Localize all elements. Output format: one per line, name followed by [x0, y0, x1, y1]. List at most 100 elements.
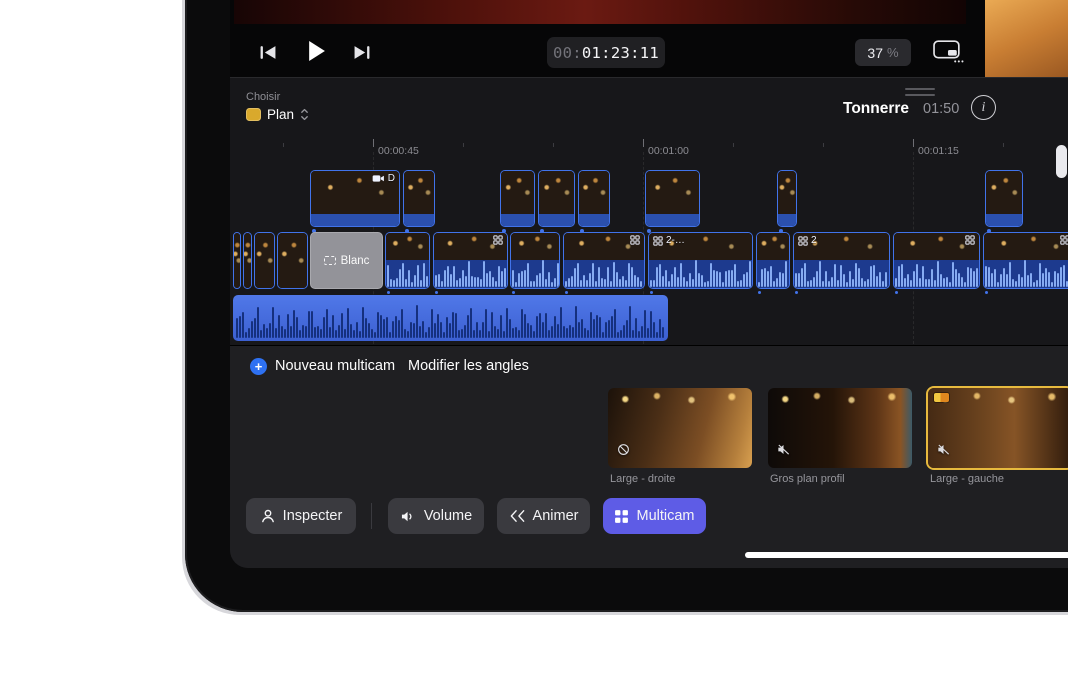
- playhead-handle[interactable]: [1056, 145, 1067, 178]
- multicam-angle[interactable]: [928, 388, 1068, 468]
- clip-badge: 2-…: [653, 235, 685, 246]
- viewer-overlay-icon[interactable]: [933, 40, 964, 68]
- clip-thumbnail: [986, 171, 1022, 214]
- connected-clip[interactable]: [403, 170, 435, 227]
- clip-thumbnail: [255, 233, 274, 288]
- clip-audio-bar: [579, 214, 609, 226]
- gap-clip-icon: [324, 256, 336, 265]
- audio-waveform: [794, 260, 889, 288]
- multicam-timeline-clip[interactable]: 2: [793, 232, 890, 289]
- skip-back-button[interactable]: [258, 44, 278, 66]
- connected-clip[interactable]: [645, 170, 700, 227]
- gap-clip-label: Blanc: [341, 255, 370, 267]
- add-icon[interactable]: +: [250, 358, 267, 375]
- multicam-timeline-clip[interactable]: [433, 232, 508, 289]
- clip-audio-bar: [646, 214, 699, 226]
- clip-thumbnail: [984, 233, 1068, 260]
- connected-clip[interactable]: [985, 170, 1023, 227]
- timeline-drag-handle[interactable]: [905, 88, 935, 99]
- animate-button[interactable]: Animer: [497, 498, 590, 534]
- timeline-clip[interactable]: [277, 232, 308, 289]
- connection-dot: [565, 291, 568, 294]
- zoom-level-control[interactable]: 37 %: [855, 39, 911, 66]
- ruler-tick: [913, 139, 914, 147]
- edit-angles-button[interactable]: Modifier les angles: [408, 358, 529, 374]
- viewer-video-frame: [234, 0, 966, 24]
- timeline-clip[interactable]: [243, 232, 252, 289]
- inspect-button[interactable]: Inspecter: [246, 498, 356, 534]
- multicam-timeline-clip[interactable]: [510, 232, 560, 289]
- clip-thumbnail: [757, 233, 789, 260]
- connection-dot: [985, 291, 988, 294]
- multicam-grid-icon: [630, 235, 640, 245]
- volume-button-label: Volume: [424, 508, 472, 524]
- clip-audio-bar: [501, 214, 534, 226]
- multicam-angle[interactable]: [608, 388, 752, 468]
- clip-thumbnail: [539, 171, 574, 214]
- connection-dot: [895, 291, 898, 294]
- clip-thumbnail: [778, 171, 796, 214]
- clip-position-marker: [934, 393, 949, 402]
- speaker-slash-icon: [936, 442, 951, 462]
- multicam-timeline-clip[interactable]: [756, 232, 790, 289]
- clip-thumbnail: [234, 233, 240, 288]
- timeline-clip[interactable]: [233, 232, 241, 289]
- connected-clip[interactable]: [500, 170, 535, 227]
- clip-label: 2: [811, 235, 817, 246]
- clip-audio-bar: [986, 214, 1022, 226]
- connection-dot: [512, 291, 515, 294]
- inspect-button-label: Inspecter: [283, 508, 343, 524]
- connected-clip[interactable]: [538, 170, 575, 227]
- multicam-timeline-clip[interactable]: [893, 232, 980, 289]
- clip-audio-bar: [311, 214, 399, 226]
- chevron-up-down-icon: [300, 107, 309, 122]
- ruler-minor-tick: [733, 143, 734, 147]
- clip-selector-label: Plan: [267, 107, 294, 122]
- multicam-button[interactable]: Multicam: [603, 498, 706, 534]
- clip-label: D: [388, 173, 395, 184]
- circle-slash-icon: [616, 442, 631, 462]
- connected-clip[interactable]: [777, 170, 797, 227]
- multicam-timeline-clip[interactable]: [983, 232, 1068, 289]
- connected-clip[interactable]: [578, 170, 610, 227]
- angle-name-label: Gros plan profil: [770, 473, 845, 485]
- home-indicator[interactable]: [745, 552, 1068, 558]
- gap-clip[interactable]: Blanc: [310, 232, 383, 289]
- timecode-display[interactable]: 00:01:23:11: [547, 37, 665, 68]
- volume-button[interactable]: Volume: [388, 498, 484, 534]
- ruler-minor-tick: [553, 143, 554, 147]
- new-multicam-button[interactable]: Nouveau multicam: [275, 358, 395, 374]
- clip-type-selector[interactable]: Plan: [246, 107, 309, 122]
- multicam-timeline-clip[interactable]: 2-…: [648, 232, 753, 289]
- play-button[interactable]: [306, 39, 327, 68]
- multicam-angle[interactable]: [768, 388, 912, 468]
- timecode-hours: 00:: [553, 44, 582, 62]
- clip-badge: 2: [798, 235, 817, 246]
- connected-clip[interactable]: D: [310, 170, 400, 227]
- clip-badge: [630, 235, 640, 245]
- project-duration: 01:50: [923, 101, 959, 117]
- info-icon[interactable]: i: [971, 95, 996, 120]
- angle-name-label: Large - gauche: [930, 473, 1004, 485]
- ruler-tick: [643, 139, 644, 147]
- multicam-timeline-clip[interactable]: [385, 232, 430, 289]
- multicam-grid-icon: [614, 509, 629, 524]
- ruler-tick-label: 00:01:15: [918, 145, 959, 157]
- camera-icon: [372, 174, 385, 183]
- skip-forward-button[interactable]: [352, 44, 372, 66]
- browser-panel-thumbnail[interactable]: [985, 0, 1068, 77]
- clip-thumbnail: [404, 171, 434, 214]
- multicam-button-label: Multicam: [636, 508, 694, 524]
- audio-waveform: [386, 260, 429, 288]
- multicam-grid-icon: [798, 236, 808, 246]
- ruler-minor-tick: [1003, 143, 1004, 147]
- audio-waveform: [511, 260, 559, 288]
- multicam-grid-icon: [493, 235, 503, 245]
- speaker-icon: [400, 509, 417, 524]
- timeline-clip[interactable]: [254, 232, 275, 289]
- multicam-timeline-clip[interactable]: [563, 232, 645, 289]
- choose-label: Choisir: [246, 91, 280, 103]
- music-clip[interactable]: [233, 295, 668, 341]
- clip-badge: D: [372, 173, 395, 184]
- clip-thumbnail: [579, 171, 609, 214]
